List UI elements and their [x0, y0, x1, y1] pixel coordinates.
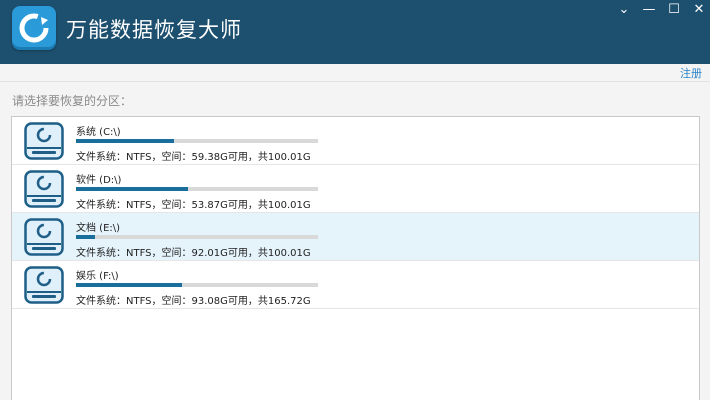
partition-info: 文件系统：NTFS，空间：92.01G可用，共100.01G: [76, 248, 311, 259]
partition-row-d[interactable]: 软件 (D:\) 文件系统：NTFS，空间：53.87G可用，共100.01G: [12, 165, 699, 213]
partition-row-c[interactable]: 系统 (C:\) 文件系统：NTFS，空间：59.38G可用，共100.01G: [12, 117, 699, 165]
partition-info: 文件系统：NTFS，空间：59.38G可用，共100.01G: [76, 152, 311, 163]
app-title: 万能数据恢复大师: [66, 18, 242, 42]
usage-bar: [76, 139, 318, 143]
partition-name: 软件 (D:\): [76, 175, 122, 186]
usage-bar: [76, 283, 318, 287]
drive-icon: [24, 170, 64, 208]
partition-info: 文件系统：NTFS，空间：93.08G可用，共165.72G: [76, 296, 311, 307]
partition-row-f[interactable]: 娱乐 (F:\) 文件系统：NTFS，空间：93.08G可用，共165.72G: [12, 261, 699, 309]
maximize-button[interactable]: ☐: [663, 1, 685, 19]
register-link[interactable]: 注册: [680, 65, 702, 81]
drive-icon: [24, 218, 64, 256]
title-bar: 万能数据恢复大师 ⌄ — ☐ ✕: [0, 0, 710, 64]
partition-name: 系统 (C:\): [76, 127, 121, 138]
sub-header-bar: 注册: [0, 64, 710, 82]
app-logo-icon: [12, 6, 56, 50]
usage-bar: [76, 235, 318, 239]
usage-bar-fill: [76, 187, 188, 191]
chevron-down-icon[interactable]: ⌄: [613, 1, 635, 19]
minimize-button[interactable]: —: [638, 1, 660, 19]
partition-name: 娱乐 (F:\): [76, 271, 119, 282]
usage-bar: [76, 187, 318, 191]
usage-bar-fill: [76, 283, 182, 287]
partition-row-e[interactable]: 文档 (E:\) 文件系统：NTFS，空间：92.01G可用，共100.01G: [12, 213, 699, 261]
partition-info: 文件系统：NTFS，空间：53.87G可用，共100.01G: [76, 200, 311, 211]
partition-name: 文档 (E:\): [76, 223, 121, 234]
drive-icon: [24, 122, 64, 160]
partition-list: 系统 (C:\) 文件系统：NTFS，空间：59.38G可用，共100.01G …: [11, 116, 700, 400]
drive-icon: [24, 266, 64, 304]
usage-bar-fill: [76, 235, 96, 239]
usage-bar-fill: [76, 139, 175, 143]
partition-prompt: 请选择要恢复的分区：: [12, 94, 133, 108]
close-button[interactable]: ✕: [688, 1, 710, 19]
